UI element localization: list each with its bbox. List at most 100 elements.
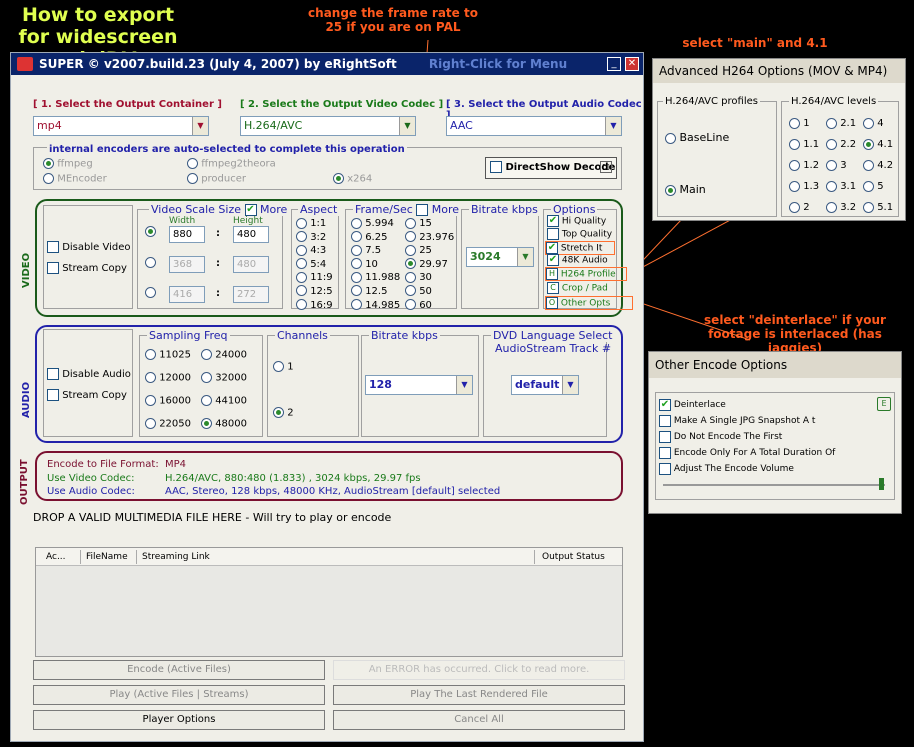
duration-checkbox[interactable]: Encode Only For A Total Duration Of	[659, 445, 835, 461]
level-option[interactable]: 5	[863, 180, 884, 192]
freq-option[interactable]: 32000	[201, 372, 247, 384]
jpg-snapshot-checkbox[interactable]: Make A Single JPG Snapshot A t	[659, 413, 835, 429]
48k-audio-checkbox[interactable]: ✔ 48K Audio	[547, 254, 608, 266]
freq-option[interactable]: 22050	[145, 418, 191, 430]
width-input-3[interactable]: 416	[169, 286, 205, 303]
fps-option[interactable]: 15	[405, 217, 454, 231]
fps-option[interactable]: 5.994	[351, 217, 400, 231]
player-options-button[interactable]: Player Options	[33, 710, 325, 730]
freq-option[interactable]: 12000	[145, 372, 191, 384]
freq-option[interactable]: 24000	[201, 349, 247, 361]
volume-checkbox[interactable]: Adjust The Encode Volume	[659, 461, 835, 477]
fps-option[interactable]: 25	[405, 244, 454, 258]
level-option[interactable]: 1	[789, 113, 826, 134]
height-input-3[interactable]: 272	[233, 286, 269, 303]
directshow-decode-button[interactable]: DirectShow Decode □	[485, 157, 617, 179]
video-bitrate-select[interactable]: 3024 ▼	[466, 247, 534, 267]
close-icon[interactable]: ✕	[625, 57, 639, 71]
level-option[interactable]: 3.2	[826, 197, 863, 218]
width-input-1[interactable]: 880	[169, 226, 205, 243]
aspect-option[interactable]: 11:9	[296, 271, 333, 285]
fps-option[interactable]: 29.97	[405, 258, 454, 272]
aspect-option[interactable]: 3:2	[296, 231, 333, 245]
error-message-button[interactable]: An ERROR has occurred. Click to read mor…	[333, 660, 625, 680]
aspect-option[interactable]: 1:1	[296, 217, 333, 231]
level-option[interactable]: 2.2	[826, 134, 863, 155]
scale-radio-2[interactable]	[145, 257, 156, 269]
audio-stream-copy-checkbox[interactable]: Stream Copy	[47, 389, 127, 401]
disable-audio-checkbox[interactable]: Disable Audio	[47, 368, 131, 380]
level-option[interactable]: 4.2	[863, 159, 893, 171]
freq-option[interactable]: 16000	[145, 395, 191, 407]
height-input-1[interactable]: 480	[233, 226, 269, 243]
channel-option[interactable]: 1	[273, 361, 294, 373]
aspect-option[interactable]: 12:5	[296, 285, 333, 299]
col-streaming-link[interactable]: Streaming Link	[142, 548, 210, 566]
level-option[interactable]: 4.1	[863, 138, 893, 150]
level-option[interactable]: 2	[789, 197, 826, 218]
level-option[interactable]: 4	[863, 117, 884, 129]
aspect-option[interactable]: 16:9	[296, 299, 333, 313]
video-stream-copy-checkbox[interactable]: Stream Copy	[47, 262, 127, 274]
fps-option[interactable]: 23.976	[405, 231, 454, 245]
super-window: SUPER © v2007.build.23 (July 4, 2007) by…	[10, 52, 644, 742]
play-active-button[interactable]: Play (Active Files | Streams)	[33, 685, 325, 705]
freq-option[interactable]: 48000	[201, 418, 247, 430]
audio-disable-group	[43, 329, 133, 437]
freq-option[interactable]: 11025	[145, 349, 191, 361]
minimize-icon[interactable]: _	[607, 57, 621, 71]
fps-option[interactable]: 11.988	[351, 271, 400, 285]
file-list[interactable]: Ac... FileName Streaming Link Output Sta…	[35, 547, 623, 657]
col-output-status[interactable]: Output Status	[542, 548, 605, 566]
volume-slider[interactable]	[663, 484, 885, 486]
fps-option[interactable]: 10	[351, 258, 400, 272]
dvd-track-select[interactable]: default ▼	[511, 375, 579, 395]
level-option[interactable]: 2.1	[826, 113, 863, 134]
scale-radio-1[interactable]	[145, 226, 156, 238]
fps-option[interactable]: 30	[405, 271, 454, 285]
fps-option[interactable]: 7.5	[351, 244, 400, 258]
fps-option[interactable]: 50	[405, 285, 454, 299]
col-active[interactable]: Ac...	[46, 548, 66, 566]
edit-icon[interactable]: E	[877, 397, 891, 411]
fps-option[interactable]: 14.985	[351, 299, 400, 313]
audio-bitrate-select[interactable]: 128 ▼	[365, 375, 473, 395]
aspect-option[interactable]: 4:3	[296, 244, 333, 258]
level-option[interactable]: 1.2	[789, 155, 826, 176]
video-codec-select[interactable]: H.264/AVC ▼	[240, 116, 416, 136]
deinterlace-checkbox[interactable]: ✔ Deinterlace	[659, 397, 835, 413]
level-option[interactable]: 1.1	[789, 134, 826, 155]
level-option[interactable]: 3.1	[826, 176, 863, 197]
height-input-2[interactable]: 480	[233, 256, 269, 273]
level-option[interactable]: 5.1	[863, 201, 893, 213]
play-last-button[interactable]: Play The Last Rendered File	[333, 685, 625, 705]
width-input-2[interactable]: 368	[169, 256, 205, 273]
crop-pad-button[interactable]: C Crop / Pad	[547, 282, 608, 294]
top-quality-checkbox[interactable]: Top Quality	[547, 228, 612, 240]
aspect-option[interactable]: 5:4	[296, 258, 333, 272]
width-label: Width	[169, 216, 196, 226]
profile-baseline[interactable]: BaseLine	[665, 131, 729, 144]
volume-slider-thumb[interactable]	[879, 478, 884, 490]
profile-main[interactable]: Main	[665, 183, 706, 196]
hi-quality-checkbox[interactable]: ✔ Hi Quality	[547, 215, 606, 227]
fps-option[interactable]: 12.5	[351, 285, 400, 299]
encode-button[interactable]: Encode (Active Files)	[33, 660, 325, 680]
level-option[interactable]: 3	[826, 155, 863, 176]
container-select[interactable]: mp4 ▼	[33, 116, 209, 136]
h264-profile-button[interactable]: H H264 Profile	[545, 267, 627, 281]
stretch-it-checkbox[interactable]: ✔ Stretch It	[545, 241, 615, 255]
col-filename[interactable]: FileName	[86, 548, 128, 566]
level-option[interactable]: 1.3	[789, 176, 826, 197]
skip-first-checkbox[interactable]: Do Not Encode The First	[659, 429, 835, 445]
freq-option[interactable]: 44100	[201, 395, 247, 407]
fps-option[interactable]: 60	[405, 299, 454, 313]
disable-video-checkbox[interactable]: Disable Video	[47, 241, 130, 253]
step-1-label: [ 1. Select the Output Container ]	[33, 99, 222, 110]
scale-radio-3[interactable]	[145, 287, 156, 299]
channel-option[interactable]: 2	[273, 407, 294, 419]
other-opts-button[interactable]: O Other Opts	[545, 296, 633, 310]
audio-codec-select[interactable]: AAC ▼	[446, 116, 622, 136]
fps-option[interactable]: 6.25	[351, 231, 400, 245]
cancel-all-button[interactable]: Cancel All	[333, 710, 625, 730]
